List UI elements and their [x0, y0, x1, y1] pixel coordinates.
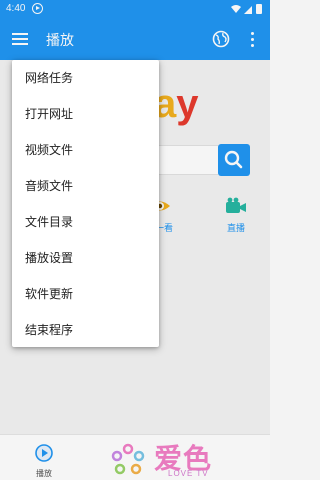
menu-item-network-tasks[interactable]: 网络任务	[12, 60, 159, 96]
menu-item-open-url[interactable]: 打开网址	[12, 96, 159, 132]
popup-menu: 网络任务 打开网址 视频文件 音频文件 文件目录 播放设置 软件更新 结束程序	[12, 60, 159, 347]
menu-item-audio-files[interactable]: 音频文件	[12, 168, 159, 204]
menu-item-video-files[interactable]: 视频文件	[12, 132, 159, 168]
menu-item-exit-program[interactable]: 结束程序	[12, 312, 159, 348]
menu-item-file-directory[interactable]: 文件目录	[12, 204, 159, 240]
menu-item-play-settings[interactable]: 播放设置	[12, 240, 159, 276]
menu-item-software-update[interactable]: 软件更新	[12, 276, 159, 312]
